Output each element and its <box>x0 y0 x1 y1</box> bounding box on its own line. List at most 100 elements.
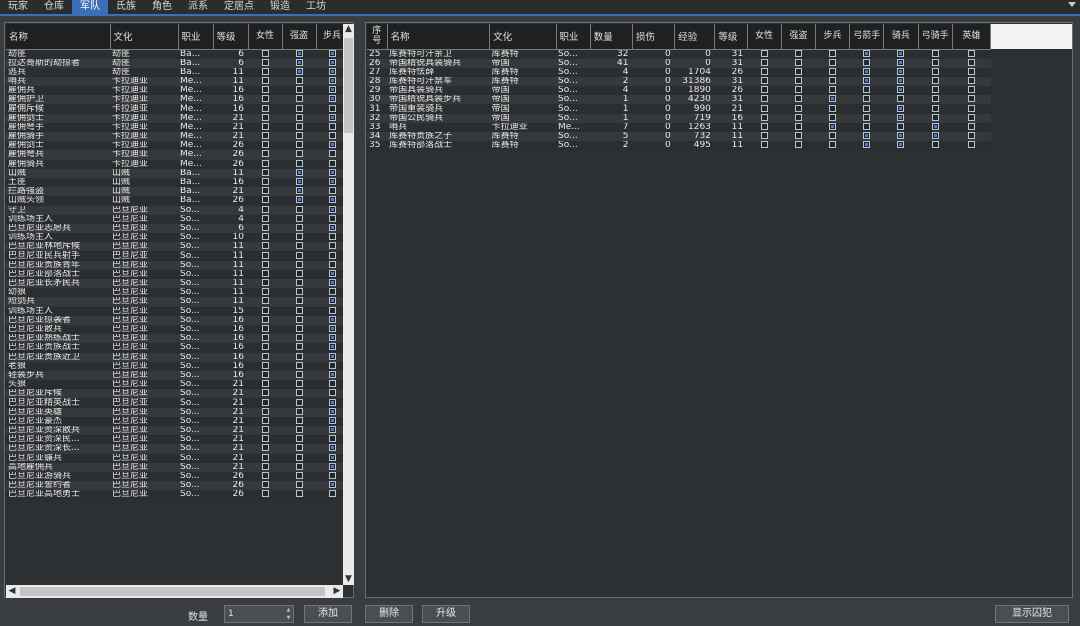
flag-checkbox[interactable] <box>794 76 802 84</box>
table-row[interactable]: 32 帝国公民骑兵 帝国 So... 1 0 719 16 <box>367 113 991 123</box>
flag-checkbox[interactable] <box>829 104 837 112</box>
flag-checkbox[interactable] <box>760 122 768 130</box>
flag-checkbox[interactable] <box>295 178 303 186</box>
flag-checkbox[interactable] <box>829 122 837 130</box>
flag-checkbox[interactable] <box>863 49 871 57</box>
tab-overflow-icon[interactable] <box>1068 2 1076 7</box>
table-row[interactable]: 巴旦尼亚镰兵 巴旦尼亚 So... 21 <box>6 453 343 463</box>
flag-checkbox[interactable] <box>295 398 303 406</box>
flag-checkbox[interactable] <box>295 214 303 222</box>
table-row[interactable]: 逃兵 劫匪 Ba... 11 <box>6 67 343 77</box>
flag-checkbox[interactable] <box>328 233 336 241</box>
scroll-down-icon[interactable]: ▼ <box>343 574 354 585</box>
flag-checkbox[interactable] <box>328 472 336 480</box>
flag-checkbox[interactable] <box>328 269 336 277</box>
stepper-up-icon[interactable]: ▲ <box>284 606 293 614</box>
table-row[interactable]: 巴旦尼亚英雄 巴旦尼亚 So... 21 <box>6 407 343 417</box>
table-row[interactable]: 巴旦尼亚熟练战士 巴旦尼亚 So... 16 <box>6 334 343 344</box>
flag-checkbox[interactable] <box>261 297 269 305</box>
scroll-up-icon[interactable]: ▲ <box>343 24 354 35</box>
flag-checkbox[interactable] <box>261 481 269 489</box>
left-column-header[interactable]: 文化 <box>110 24 179 50</box>
flag-checkbox[interactable] <box>931 113 939 121</box>
flag-checkbox[interactable] <box>967 67 975 75</box>
flag-checkbox[interactable] <box>295 325 303 333</box>
flag-checkbox[interactable] <box>295 444 303 452</box>
flag-checkbox[interactable] <box>794 49 802 57</box>
flag-checkbox[interactable] <box>328 178 336 186</box>
flag-checkbox[interactable] <box>261 472 269 480</box>
flag-checkbox[interactable] <box>328 398 336 406</box>
flag-checkbox[interactable] <box>328 223 336 231</box>
table-row[interactable]: 巴旦尼亚志愿兵 巴旦尼亚 So... 6 <box>6 223 343 234</box>
flag-checkbox[interactable] <box>295 86 303 94</box>
flag-checkbox[interactable] <box>295 481 303 489</box>
table-row[interactable]: 轻装步兵 巴旦尼亚 So... 16 <box>6 370 343 381</box>
troop-catalog-vertical-scrollbar[interactable]: ▲ ▼ <box>343 24 354 585</box>
table-row[interactable]: 26 帝国精锐具装骑兵 帝国 So... 41 0 0 31 <box>367 58 991 68</box>
table-row[interactable]: 33 哨兵 卡拉迪亚 Me... 7 0 1263 11 <box>367 122 991 132</box>
right-column-header[interactable]: 职业 <box>556 24 591 50</box>
flag-checkbox[interactable] <box>261 279 269 287</box>
flag-checkbox[interactable] <box>760 141 768 149</box>
tab-3[interactable]: 氏族 <box>108 0 144 14</box>
flag-checkbox[interactable] <box>261 288 269 296</box>
left-column-header[interactable]: 强盗 <box>282 24 317 50</box>
flag-checkbox[interactable] <box>261 389 269 397</box>
horizontal-scroll-thumb[interactable] <box>20 587 325 596</box>
flag-checkbox[interactable] <box>295 416 303 424</box>
flag-checkbox[interactable] <box>829 132 837 140</box>
flag-checkbox[interactable] <box>931 141 939 149</box>
flag-checkbox[interactable] <box>295 168 303 176</box>
flag-checkbox[interactable] <box>261 361 269 369</box>
left-column-header[interactable]: 女性 <box>248 24 283 50</box>
right-column-header[interactable]: 弓骑手 <box>918 24 953 50</box>
upgrade-button[interactable]: 升级 <box>422 605 470 623</box>
flag-checkbox[interactable] <box>295 361 303 369</box>
tab-0[interactable]: 玩家 <box>0 0 36 14</box>
flag-checkbox[interactable] <box>328 315 336 323</box>
flag-checkbox[interactable] <box>794 132 802 140</box>
table-row[interactable]: 巴旦尼亚掠袭者 巴旦尼亚 So... 16 <box>6 315 343 325</box>
left-column-header[interactable]: 职业 <box>178 24 214 50</box>
flag-checkbox[interactable] <box>295 389 303 397</box>
flag-checkbox[interactable] <box>328 462 336 470</box>
flag-checkbox[interactable] <box>760 67 768 75</box>
flag-checkbox[interactable] <box>261 416 269 424</box>
flag-checkbox[interactable] <box>863 95 871 103</box>
flag-checkbox[interactable] <box>261 113 269 121</box>
flag-checkbox[interactable] <box>967 132 975 140</box>
tab-5[interactable]: 派系 <box>180 0 216 14</box>
flag-checkbox[interactable] <box>863 67 871 75</box>
flag-checkbox[interactable] <box>760 86 768 94</box>
flag-checkbox[interactable] <box>328 343 336 351</box>
flag-checkbox[interactable] <box>261 58 269 66</box>
flag-checkbox[interactable] <box>295 297 303 305</box>
flag-checkbox[interactable] <box>794 67 802 75</box>
flag-checkbox[interactable] <box>295 269 303 277</box>
flag-checkbox[interactable] <box>261 334 269 342</box>
flag-checkbox[interactable] <box>295 490 303 498</box>
flag-checkbox[interactable] <box>829 113 837 121</box>
left-column-header[interactable]: 名称 <box>6 24 111 50</box>
flag-checkbox[interactable] <box>328 444 336 452</box>
flag-checkbox[interactable] <box>328 453 336 461</box>
flag-checkbox[interactable] <box>328 49 336 57</box>
table-row[interactable]: 幼狼 巴旦尼亚 So... 11 <box>6 288 343 298</box>
table-row[interactable]: 老狼 巴旦尼亚 So... 16 <box>6 361 343 371</box>
flag-checkbox[interactable] <box>328 352 336 360</box>
flag-checkbox[interactable] <box>931 132 939 140</box>
flag-checkbox[interactable] <box>261 168 269 176</box>
flag-checkbox[interactable] <box>829 67 837 75</box>
flag-checkbox[interactable] <box>295 343 303 351</box>
table-row[interactable]: 巴旦尼亚长矛民兵 巴旦尼亚 So... 11 <box>6 279 343 289</box>
right-column-header[interactable]: 等级 <box>714 24 748 50</box>
flag-checkbox[interactable] <box>967 122 975 130</box>
flag-checkbox[interactable] <box>794 86 802 94</box>
flag-checkbox[interactable] <box>967 113 975 121</box>
flag-checkbox[interactable] <box>261 196 269 204</box>
table-row[interactable]: 巴旦尼亚誓约者 巴旦尼亚 So... 26 <box>6 481 343 491</box>
right-column-header[interactable]: 女性 <box>747 24 782 50</box>
table-row[interactable]: 巴旦尼亚资深散兵 巴旦尼亚 So... 21 <box>6 426 343 436</box>
flag-checkbox[interactable] <box>261 86 269 94</box>
